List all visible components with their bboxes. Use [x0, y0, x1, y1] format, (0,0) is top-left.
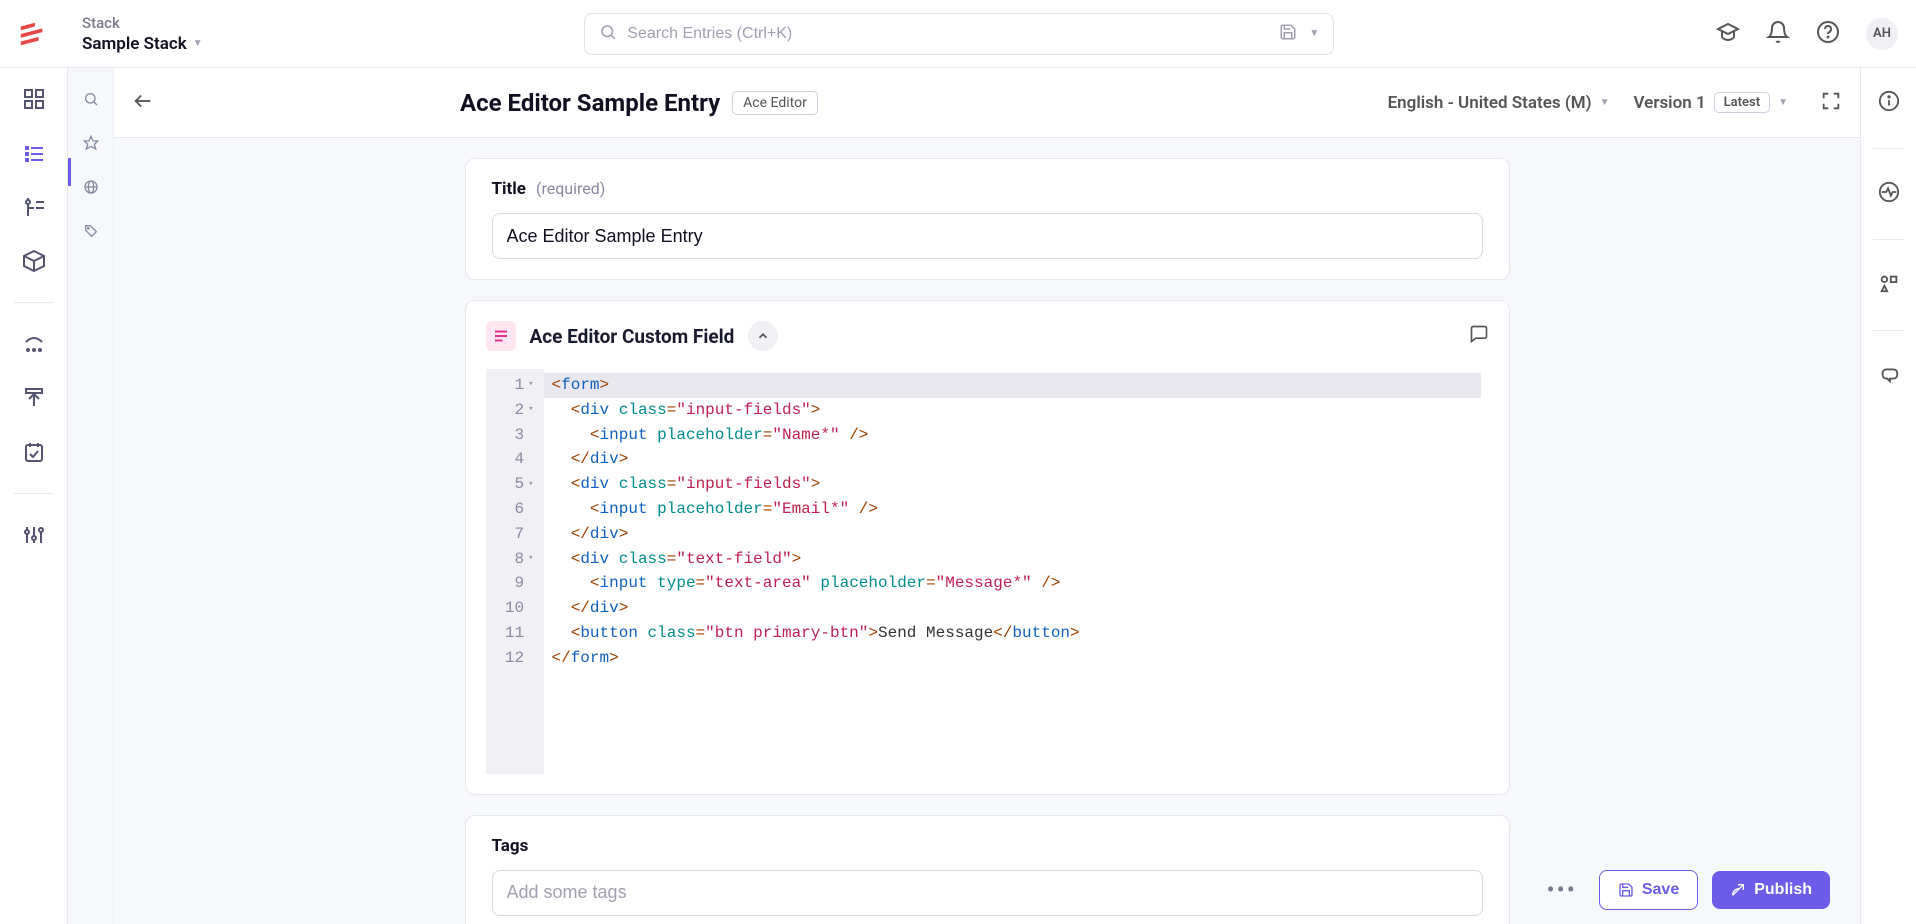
- content-model-icon[interactable]: [21, 194, 47, 220]
- assets-icon[interactable]: [21, 248, 47, 274]
- code-editor[interactable]: 1▾2▾3 4 5▾6 7 8▾9 10 11 12 <form> <div c…: [486, 369, 1489, 774]
- title-field-card: Title (required): [465, 158, 1510, 280]
- tags-field-card: Tags: [465, 815, 1510, 924]
- chevron-down-icon: ▼: [1600, 97, 1610, 108]
- right-rail: [1860, 68, 1916, 924]
- stack-selector[interactable]: Stack Sample Stack ▼: [82, 14, 203, 54]
- chevron-down-icon[interactable]: ▼: [1309, 28, 1319, 39]
- publish-queue-icon[interactable]: [21, 385, 47, 411]
- discussion-icon[interactable]: [1878, 363, 1900, 389]
- version-selector[interactable]: Version 1 Latest ▼: [1634, 92, 1789, 113]
- chevron-down-icon: ▼: [1778, 97, 1788, 108]
- title-input[interactable]: [492, 213, 1483, 259]
- education-icon[interactable]: [1716, 20, 1740, 48]
- save-button[interactable]: Save: [1599, 870, 1698, 910]
- entry-title: Ace Editor Sample Entry: [460, 89, 720, 117]
- required-indicator: (required): [536, 179, 605, 198]
- publish-button[interactable]: Publish: [1712, 871, 1830, 909]
- star-icon[interactable]: [82, 134, 100, 152]
- version-badge: Latest: [1714, 92, 1770, 113]
- active-indicator: [68, 158, 71, 186]
- stack-label: Stack: [82, 14, 203, 32]
- tag-icon[interactable]: [82, 222, 100, 240]
- save-icon[interactable]: [1279, 23, 1297, 45]
- entry-header: Ace Editor Sample Entry Ace Editor Engli…: [114, 68, 1860, 138]
- collapse-button[interactable]: [748, 321, 778, 351]
- field-label: Tags: [492, 836, 529, 856]
- chevron-down-icon: ▼: [193, 38, 203, 49]
- tags-input[interactable]: [492, 870, 1483, 916]
- bell-icon[interactable]: [1766, 20, 1790, 48]
- custom-field-card: Ace Editor Custom Field 1▾2▾3 4 5▾6 7 8▾…: [465, 300, 1510, 795]
- settings-icon[interactable]: [21, 522, 47, 548]
- back-arrow-icon[interactable]: [132, 90, 154, 116]
- dashboard-icon[interactable]: [21, 86, 47, 112]
- topbar: Stack Sample Stack ▼ ▼: [0, 0, 1916, 68]
- form-scroll-area[interactable]: Title (required) Ace Editor Custom Field: [114, 138, 1860, 924]
- more-actions-button[interactable]: •••: [1539, 876, 1585, 904]
- custom-field-label: Ace Editor Custom Field: [530, 325, 735, 348]
- left-nav: [0, 68, 68, 924]
- action-bar: ••• Save Publish: [1539, 870, 1830, 910]
- line-gutter: 1▾2▾3 4 5▾6 7 8▾9 10 11 12: [486, 369, 544, 774]
- locale-selector[interactable]: English - United States (M) ▼: [1388, 93, 1610, 113]
- stack-name: Sample Stack: [82, 34, 187, 54]
- search-icon: [599, 23, 617, 45]
- globe-icon[interactable]: [82, 178, 100, 196]
- activity-icon[interactable]: [1878, 181, 1900, 207]
- releases-icon[interactable]: [21, 331, 47, 357]
- global-search[interactable]: ▼: [584, 13, 1334, 55]
- search-icon[interactable]: [82, 90, 100, 108]
- content-type-pill[interactable]: Ace Editor: [732, 91, 818, 115]
- tasks-icon[interactable]: [21, 439, 47, 465]
- help-icon[interactable]: [1816, 20, 1840, 48]
- code-area[interactable]: <form> <div class="input-fields"> <input…: [544, 369, 1489, 774]
- expand-icon[interactable]: [1820, 90, 1842, 116]
- comment-icon[interactable]: [1469, 324, 1489, 348]
- info-icon[interactable]: [1878, 90, 1900, 116]
- entries-icon[interactable]: [21, 140, 47, 166]
- field-label: Title: [492, 179, 526, 199]
- search-input[interactable]: [627, 25, 1279, 43]
- app-logo[interactable]: [18, 19, 48, 49]
- mini-nav: [68, 68, 114, 924]
- user-avatar[interactable]: AH: [1866, 18, 1898, 50]
- widgets-icon[interactable]: [1878, 272, 1900, 298]
- custom-field-icon: [486, 321, 516, 351]
